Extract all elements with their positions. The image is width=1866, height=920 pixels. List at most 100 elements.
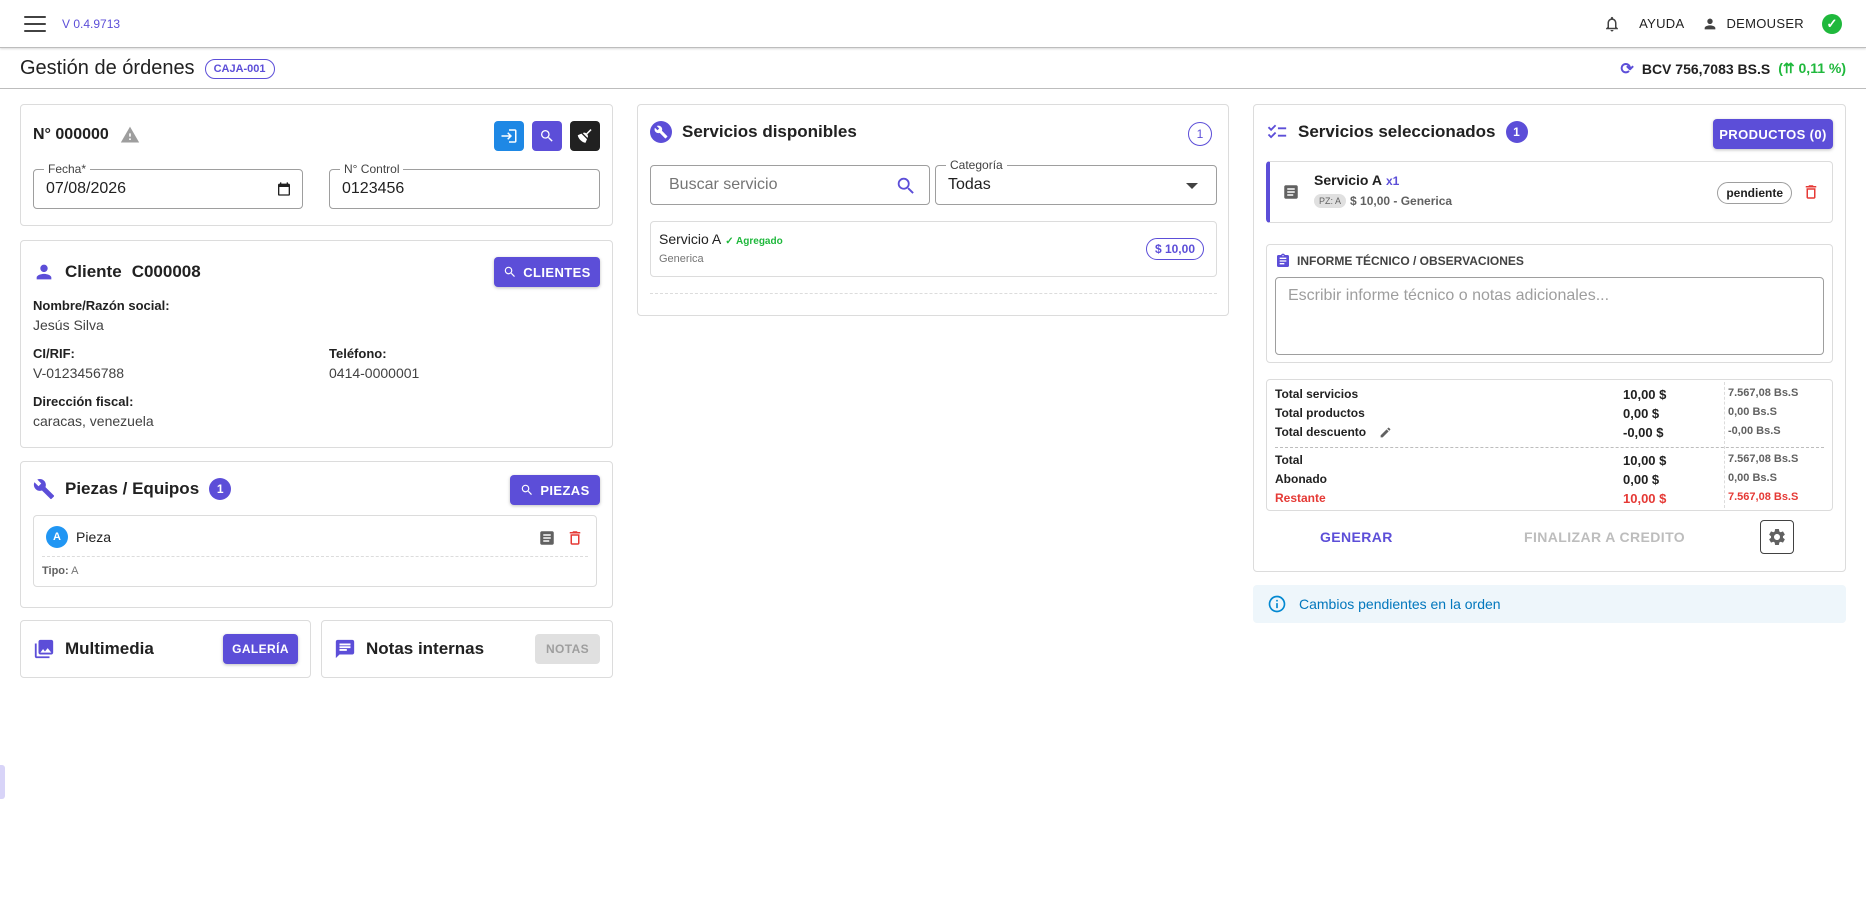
total-row: Total servicios 10,00 $ 7.567,08 Bs.S (1275, 387, 1824, 403)
notes-title: Notas internas (366, 639, 485, 658)
menu-icon[interactable] (24, 15, 46, 32)
total-bs: 0,00 Bs.S (1728, 472, 1777, 484)
multimedia-title: Multimedia (65, 639, 154, 658)
piece-tipo-label: Tipo: (42, 565, 69, 577)
selected-service-qty: x1 (1385, 174, 1400, 188)
multimedia-card: Multimedia GALERÍA (20, 620, 311, 678)
piece-tipo-value: A (71, 565, 79, 577)
wrench-circle-icon (650, 121, 672, 143)
import-button[interactable] (494, 121, 524, 151)
service-added-status: ✓ Agregado (725, 236, 783, 247)
control-label: N° Control (340, 162, 404, 176)
note-icon[interactable] (538, 529, 556, 547)
products-button[interactable]: PRODUCTOS (0) (1713, 119, 1833, 149)
notes-button[interactable]: NOTAS (535, 634, 600, 664)
login-icon (501, 129, 517, 143)
fecha-value: 07/08/2026 (46, 180, 127, 197)
service-name: Servicio A (659, 231, 722, 247)
help-link[interactable]: AYUDA (1639, 16, 1684, 31)
pieces-card: Piezas / Equipos 1 PIEZAS A Pieza Tipo: … (20, 461, 613, 608)
service-search-field[interactable]: Buscar servicio (650, 165, 930, 205)
name-value: Jesús Silva (33, 317, 104, 333)
edit-icon[interactable] (1379, 426, 1392, 439)
pending-changes-alert: Cambios pendientes en la orden (1253, 585, 1846, 623)
warning-icon (120, 126, 139, 143)
top-app-bar: V 0.4.9713 AYUDA DEMOUSER ✓ (0, 0, 1866, 48)
services-title: Servicios disponibles (682, 122, 857, 141)
total-row: Total descuento -0,00 $ -0,00 Bs.S (1275, 425, 1824, 441)
rif-value: V-0123456788 (33, 365, 125, 381)
search-icon[interactable] (895, 175, 917, 197)
total-label: Total descuento (1275, 425, 1367, 439)
search-icon (541, 130, 553, 142)
piece-item[interactable]: A Pieza Tipo: A (33, 515, 597, 587)
order-card: N° 000000 Fecha* 07/08/2026 N° Control 0… (20, 104, 613, 226)
fecha-label: Fecha* (44, 162, 91, 176)
gallery-button[interactable]: GALERÍA (223, 634, 298, 664)
client-title: Cliente (65, 262, 122, 281)
pieces-button[interactable]: PIEZAS (510, 475, 600, 505)
search-order-button[interactable] (532, 121, 562, 151)
rif-label: CI/RIF: (33, 346, 75, 361)
search-icon (505, 266, 516, 277)
pieces-title: Piezas / Equipos (65, 479, 200, 498)
clients-button[interactable]: CLIENTES (494, 257, 600, 287)
search-icon (522, 484, 533, 495)
photo-library-icon (34, 639, 54, 659)
side-drawer-handle[interactable] (0, 765, 5, 799)
generate-button[interactable]: GENERAR (1320, 529, 1393, 545)
category-label: Categoría (946, 158, 1007, 172)
note-icon (1284, 185, 1298, 199)
total-bs: 0,00 Bs.S (1728, 406, 1777, 418)
clean-button[interactable] (570, 121, 600, 151)
report-section: INFORME TÉCNICO / OBSERVACIONES Escribir… (1266, 244, 1833, 363)
control-field[interactable]: N° Control 0123456 (329, 162, 600, 209)
client-card: Cliente C000008 CLIENTES Nombre/Razón so… (20, 240, 613, 448)
total-usd: 0,00 $ (1623, 406, 1660, 421)
services-count: 1 (1188, 122, 1212, 146)
page-title: Gestión de órdenes (20, 57, 195, 79)
clients-button-label: CLIENTES (523, 264, 591, 280)
info-icon (1268, 595, 1286, 613)
total-bs: 7.567,08 Bs.S (1728, 491, 1799, 503)
category-select[interactable]: Categoría Todas (935, 158, 1217, 205)
bcv-change: (⇈ 0,11 %) (1778, 60, 1846, 76)
delete-icon[interactable] (1802, 183, 1820, 201)
total-label: Total productos (1275, 406, 1365, 420)
name-label: Nombre/Razón social: (33, 298, 170, 313)
totals-row-divider (1275, 447, 1824, 448)
wrench-icon (33, 479, 55, 500)
selected-service-item[interactable]: Servicio A x1 PZ: A $ 10,00 - Generica p… (1266, 161, 1833, 223)
totals-section: Total servicios 10,00 $ 7.567,08 Bs.S To… (1266, 379, 1833, 511)
total-row: Total 10,00 $ 7.567,08 Bs.S (1275, 453, 1824, 469)
finalize-credit-button[interactable]: FINALIZAR A CREDITO (1524, 529, 1685, 545)
selected-service-name: Servicio A (1314, 172, 1382, 188)
service-item[interactable]: Servicio A ✓ Agregado Generica $ 10,00 (650, 221, 1217, 277)
calendar-icon[interactable] (276, 181, 292, 197)
status-badge: pendiente (1717, 182, 1792, 204)
client-code: C000008 (131, 262, 201, 281)
pieces-button-label: PIEZAS (540, 482, 590, 498)
delete-icon[interactable] (566, 529, 584, 547)
person-icon (1705, 18, 1716, 29)
settings-button[interactable] (1760, 520, 1794, 554)
bell-icon[interactable] (1603, 14, 1621, 34)
page-header: Gestión de órdenes CAJA-001 ⟳ BCV 756,70… (0, 49, 1866, 89)
total-label: Total servicios (1275, 387, 1359, 401)
chevron-down-icon (1186, 183, 1198, 189)
total-usd: 0,00 $ (1623, 472, 1660, 487)
total-bs: 7.567,08 Bs.S (1728, 453, 1799, 465)
total-row: Abonado 0,00 $ 0,00 Bs.S (1275, 472, 1824, 488)
user-menu[interactable]: DEMOUSER (1702, 16, 1804, 32)
report-textarea[interactable]: Escribir informe técnico o notas adicion… (1275, 277, 1824, 355)
selected-count: 1 (1505, 121, 1528, 143)
bcv-rate: ⟳ BCV 756,7083 BS.S (⇈ 0,11 %) (1620, 59, 1846, 79)
refresh-icon[interactable]: ⟳ (1620, 59, 1633, 79)
fecha-field[interactable]: Fecha* 07/08/2026 (33, 162, 303, 209)
piece-name: Pieza (76, 529, 112, 545)
pieces-count: 1 (209, 478, 232, 500)
report-placeholder: Escribir informe técnico o notas adicion… (1288, 287, 1610, 304)
checklist-icon (1267, 124, 1287, 139)
notes-card: Notas internas NOTAS (321, 620, 613, 678)
check-circle-icon: ✓ (1822, 13, 1842, 34)
